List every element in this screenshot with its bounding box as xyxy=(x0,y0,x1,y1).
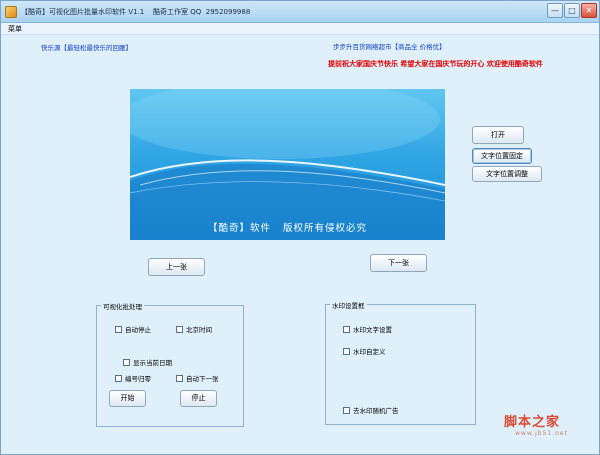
prev-image-button[interactable]: 上一张 xyxy=(148,258,205,276)
beijing-time-checkbox[interactable]: 北京时间 xyxy=(176,324,212,334)
minimize-button[interactable]: — xyxy=(547,3,563,18)
preview-wave-graphic xyxy=(130,89,445,240)
watermark-custom-box[interactable] xyxy=(343,347,350,355)
number-reset-checkbox[interactable]: 编号归零 xyxy=(115,373,151,383)
watermark-text-checkbox[interactable]: 水印文字设置 xyxy=(343,324,392,334)
next-image-label: 下一张 xyxy=(388,259,409,267)
number-reset-box[interactable] xyxy=(115,374,122,382)
watermark-text-box[interactable] xyxy=(343,325,350,333)
random-ad-checkbox[interactable]: 去水印随机广告 xyxy=(343,405,399,415)
site-watermark-logo: 脚本之家 xyxy=(504,415,561,430)
show-date-box[interactable] xyxy=(123,358,130,366)
auto-next-checkbox[interactable]: 自动下一张 xyxy=(176,373,219,383)
window-title: 【酷奇】可视化图片批量水印软件 V1.1 酷奇工作室 QQ 2952099988 xyxy=(21,8,251,16)
preview-caption: 【酷奇】软件 版权所有侵权必究 xyxy=(207,223,368,234)
app-icon xyxy=(5,6,17,18)
start-button[interactable]: 开始 xyxy=(109,390,146,407)
auto-next-box[interactable] xyxy=(176,374,183,382)
next-image-button[interactable]: 下一张 xyxy=(370,254,427,272)
watermark-text-label: 水印文字设置 xyxy=(353,326,392,334)
menu-bar: 菜单 xyxy=(1,23,599,35)
batch-group-title: 可视化批处理 xyxy=(101,301,144,311)
image-preview[interactable]: 【酷奇】软件 版权所有侵权必究 xyxy=(130,89,445,240)
open-button-label: 打开 xyxy=(491,131,505,139)
random-ad-box[interactable] xyxy=(343,406,350,414)
watermark-group-title: 水印设置框 xyxy=(330,300,367,310)
watermark-settings-group: 水印设置框 水印文字设置 水印自定义 去水印随机广告 xyxy=(325,300,476,425)
beijing-time-box[interactable] xyxy=(176,325,183,333)
beijing-time-label: 北京时间 xyxy=(186,326,212,334)
auto-next-label: 自动下一张 xyxy=(186,375,219,383)
fix-text-position-button[interactable]: 文字位置固定 xyxy=(472,148,532,164)
title-bar[interactable]: 【酷奇】可视化图片批量水印软件 V1.1 酷奇工作室 QQ 2952099988… xyxy=(1,1,599,23)
close-button[interactable]: ✕ xyxy=(581,3,597,18)
menu-item-main[interactable]: 菜单 xyxy=(8,24,22,34)
fix-text-position-label: 文字位置固定 xyxy=(481,152,523,160)
start-button-label: 开始 xyxy=(120,394,135,402)
show-date-checkbox[interactable]: 显示当前日期 xyxy=(123,357,172,367)
holiday-greeting: 提前祝大家国庆节快乐 希望大家在国庆节玩的开心 欢迎使用酷奇软件 xyxy=(328,60,543,68)
supermarket-link[interactable]: 步步升百货网络超市【商品全 价格优】 xyxy=(333,41,446,51)
stop-button[interactable]: 停止 xyxy=(180,390,217,407)
watermark-custom-label: 水印自定义 xyxy=(353,348,386,356)
show-date-label: 显示当前日期 xyxy=(133,359,172,367)
happy-link[interactable]: 快乐源【最轻松最快乐的回腰】 xyxy=(41,42,132,52)
site-watermark-url: www.jb51.net xyxy=(515,430,568,437)
app-window: 【酷奇】可视化图片批量水印软件 V1.1 酷奇工作室 QQ 2952099988… xyxy=(0,0,600,455)
adjust-text-position-label: 文字位置调整 xyxy=(486,170,528,178)
adjust-text-position-button[interactable]: 文字位置调整 xyxy=(472,166,542,182)
random-ad-label: 去水印随机广告 xyxy=(353,407,399,415)
stop-button-label: 停止 xyxy=(191,394,206,402)
auto-stop-label: 自动停止 xyxy=(125,326,151,334)
prev-image-label: 上一张 xyxy=(166,263,187,271)
open-button[interactable]: 打开 xyxy=(472,126,524,144)
batch-process-group: 可视化批处理 自动停止 北京时间 显示当前日期 编号归零 自动下一张 开始 停止 xyxy=(96,301,244,427)
auto-stop-box[interactable] xyxy=(115,325,122,333)
watermark-custom-checkbox[interactable]: 水印自定义 xyxy=(343,346,386,356)
number-reset-label: 编号归零 xyxy=(125,375,151,383)
maximize-button[interactable]: □ xyxy=(564,3,580,18)
auto-stop-checkbox[interactable]: 自动停止 xyxy=(115,324,151,334)
